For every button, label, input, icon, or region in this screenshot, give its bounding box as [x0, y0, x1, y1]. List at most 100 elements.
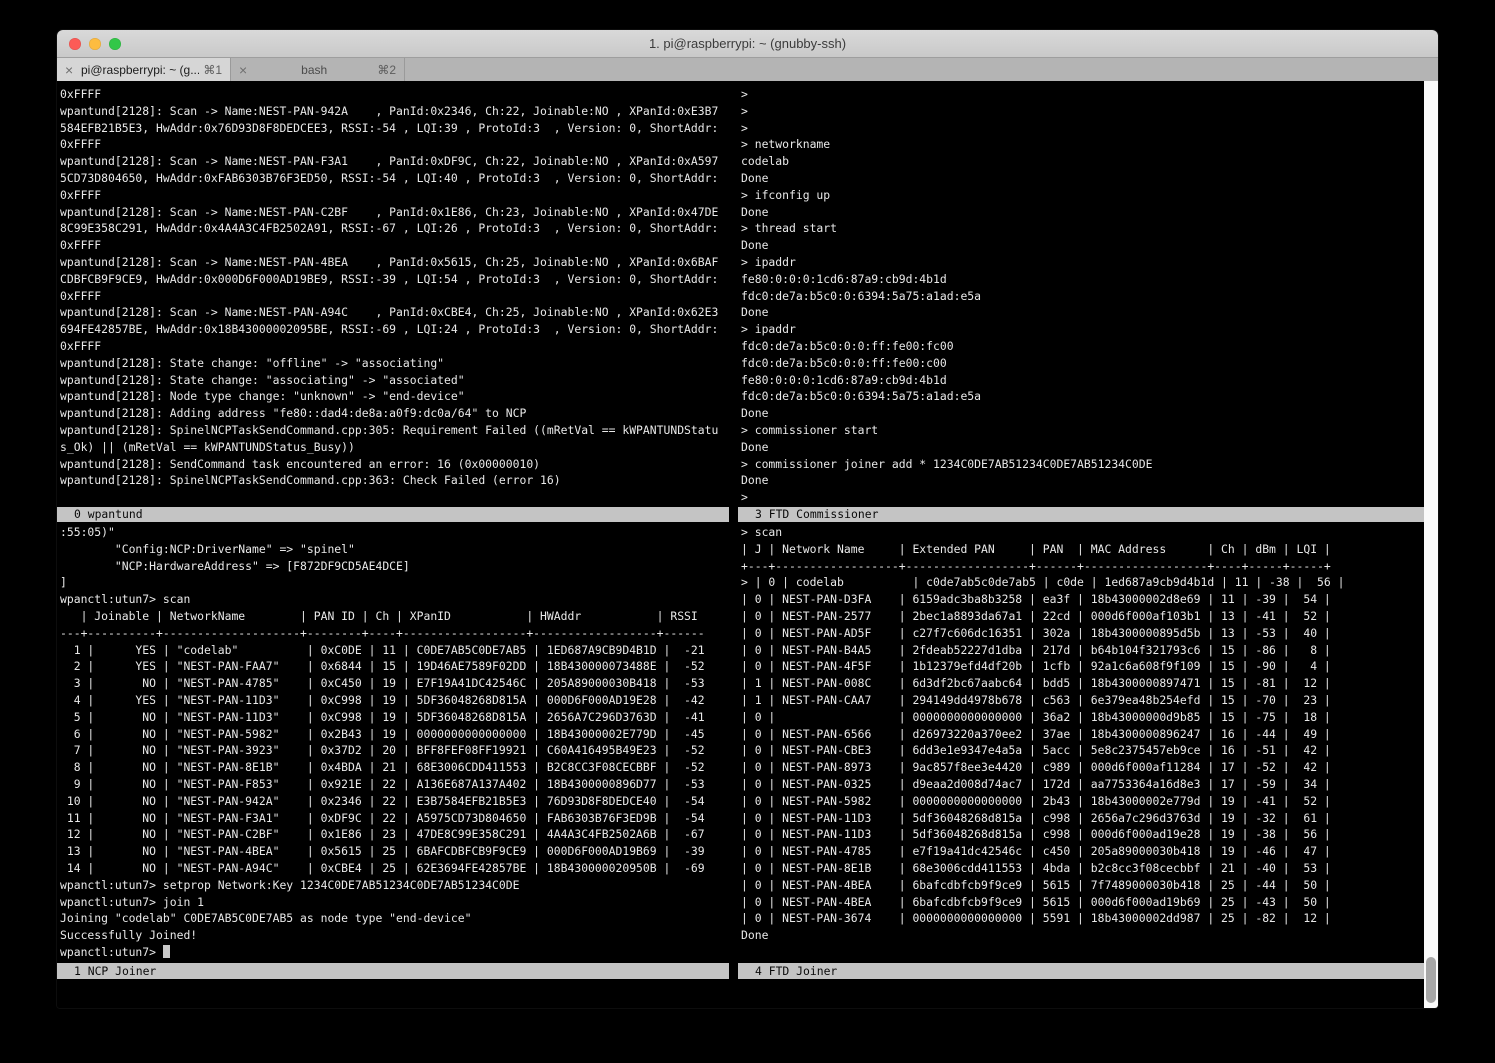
terminal-line: | J | Network Name | Extended PAN | PAN …: [741, 541, 1421, 558]
terminal-line: wpanctl:utun7> setprop Network:Key 1234C…: [60, 877, 728, 894]
terminal-line: 13 | NO | "NEST-PAN-4BEA" | 0x5615 | 25 …: [60, 843, 728, 860]
terminal-line: fe80:0:0:0:1cd6:87a9:cb9d:4b1d: [741, 372, 1421, 389]
tab-close-icon[interactable]: ×: [239, 62, 255, 78]
terminal-line: | 0 | NEST-PAN-4BEA | 6bafcdbfcb9f9ce9 |…: [741, 877, 1421, 894]
terminal-line: ---+----------+--------------------+----…: [60, 625, 728, 642]
scrollbar-thumb[interactable]: [1426, 957, 1436, 1003]
terminal-line: 2 | YES | "NEST-PAN-FAA7" | 0x6844 | 15 …: [60, 658, 728, 675]
terminal-line: 3 | NO | "NEST-PAN-4785" | 0xC450 | 19 |…: [60, 675, 728, 692]
pane-ftd-commissioner[interactable]: >>>> networknamecodelabDone> ifconfig up…: [741, 86, 1421, 506]
terminal-line: | 0 | NEST-PAN-8E1B | 68e3006cdd411553 |…: [741, 860, 1421, 877]
pane-title-ncp-joiner: 1 NCP Joiner: [57, 963, 729, 979]
terminal-line: 8C99E358C291, HwAddr:0x4A4A3C4FB2502A91,…: [60, 220, 728, 237]
minimize-window-icon[interactable]: [89, 38, 101, 50]
terminal-line: | 1 | NEST-PAN-008C | 6d3df2bc67aabc64 |…: [741, 675, 1421, 692]
terminal-line: 7 | NO | "NEST-PAN-3923" | 0x37D2 | 20 |…: [60, 742, 728, 759]
zoom-window-icon[interactable]: [109, 38, 121, 50]
terminal-line: Done: [741, 439, 1421, 456]
terminal-line: "NCP:HardwareAddress" => [F872DF9CD5AE4D…: [60, 558, 728, 575]
terminal-line: 1 | YES | "codelab" | 0xC0DE | 11 | C0DE…: [60, 642, 728, 659]
terminal-line: >: [741, 103, 1421, 120]
terminal-line: wpantund[2128]: State change: "associati…: [60, 372, 728, 389]
terminal-line: 8 | NO | "NEST-PAN-8E1B" | 0x4BDA | 21 |…: [60, 759, 728, 776]
terminal-line: 584EFB21B5E3, HwAddr:0x76D93D8F8DEDCEE3,…: [60, 120, 728, 137]
terminal-line: s_Ok) || (mRetVal == kWPANTUNDStatus_Bus…: [60, 439, 728, 456]
terminal-window: 1. pi@raspberrypi: ~ (gnubby-ssh) × pi@r…: [57, 30, 1438, 1008]
terminal-cursor: [163, 945, 170, 958]
terminal-line: 6 | NO | "NEST-PAN-5982" | 0x2B43 | 19 |…: [60, 726, 728, 743]
terminal-line: | 0 | NEST-PAN-5982 | 0000000000000000 |…: [741, 793, 1421, 810]
terminal-line: | 0 | NEST-PAN-2577 | 2bec1a8893da67a1 |…: [741, 608, 1421, 625]
terminal-line: Done: [741, 204, 1421, 221]
terminal-line: 0xFFFF: [60, 136, 728, 153]
terminal-line: | 0 | NEST-PAN-4BEA | 6bafcdbfcb9f9ce9 |…: [741, 894, 1421, 911]
terminal-line: 694FE42857BE, HwAddr:0x18B43000002095BE,…: [60, 321, 728, 338]
terminal-line: >: [741, 120, 1421, 137]
terminal-line: > ipaddr: [741, 254, 1421, 271]
terminal-line: fe80:0:0:0:1cd6:87a9:cb9d:4b1d: [741, 271, 1421, 288]
tab-bash[interactable]: × bash ⌘2: [231, 58, 405, 81]
terminal-line: > thread start: [741, 220, 1421, 237]
terminal-line: | 0 | NEST-PAN-11D3 | 5df36048268d815a |…: [741, 810, 1421, 827]
terminal-line: 11 | NO | "NEST-PAN-F3A1" | 0xDF9C | 22 …: [60, 810, 728, 827]
terminal-line: 0xFFFF: [60, 86, 728, 103]
terminal-line: fdc0:de7a:b5c0:0:6394:5a75:a1ad:e5a: [741, 288, 1421, 305]
terminal-line: wpantund[2128]: Scan -> Name:NEST-PAN-4B…: [60, 254, 728, 271]
terminal-line: > | 0 | codelab | c0de7ab5c0de7ab5 | c0d…: [741, 574, 1421, 591]
terminal-line: Done: [741, 237, 1421, 254]
terminal-line: Done: [741, 304, 1421, 321]
terminal-line: 10 | NO | "NEST-PAN-942A" | 0x2346 | 22 …: [60, 793, 728, 810]
pane-title-ftd-joiner: 4 FTD Joiner: [738, 963, 1424, 979]
terminal-line: fdc0:de7a:b5c0:0:0:ff:fe00:fc00: [741, 338, 1421, 355]
terminal-line: wpantund[2128]: SpinelNCPTaskSendCommand…: [60, 422, 728, 439]
tab-close-icon[interactable]: ×: [65, 62, 81, 78]
tab-pi-raspberrypi[interactable]: × pi@raspberrypi: ~ (g... ⌘1: [57, 58, 231, 81]
terminal-line: wpantund[2128]: Adding address "fe80::da…: [60, 405, 728, 422]
terminal-line: 0xFFFF: [60, 187, 728, 204]
terminal-line: 12 | NO | "NEST-PAN-C2BF" | 0x1E86 | 23 …: [60, 826, 728, 843]
terminal-line: wpanctl:utun7>: [60, 944, 728, 961]
scrollbar[interactable]: [1424, 81, 1438, 1008]
terminal-line: | 0 | NEST-PAN-4785 | e7f19a41dc42546c |…: [741, 843, 1421, 860]
terminal-content: 0xFFFFwpantund[2128]: Scan -> Name:NEST-…: [57, 81, 1438, 1008]
terminal-line: | 0 | NEST-PAN-11D3 | 5df36048268d815a |…: [741, 826, 1421, 843]
close-window-icon[interactable]: [69, 38, 81, 50]
tab-label: pi@raspberrypi: ~ (g...: [81, 63, 199, 77]
window-title: 1. pi@raspberrypi: ~ (gnubby-ssh): [57, 30, 1438, 57]
terminal-line: wpantund[2128]: SendCommand task encount…: [60, 456, 728, 473]
terminal-line: > commissioner start: [741, 422, 1421, 439]
terminal-line: | 0 | NEST-PAN-B4A5 | 2fdeab52227d1dba |…: [741, 642, 1421, 659]
terminal-line: fdc0:de7a:b5c0:0:6394:5a75:a1ad:e5a: [741, 388, 1421, 405]
traffic-lights: [69, 38, 121, 50]
terminal-line: 14 | NO | "NEST-PAN-A94C" | 0xCBE4 | 25 …: [60, 860, 728, 877]
terminal-line: wpantund[2128]: Scan -> Name:NEST-PAN-A9…: [60, 304, 728, 321]
terminal-line: fdc0:de7a:b5c0:0:0:ff:fe00:c00: [741, 355, 1421, 372]
terminal-line: wpanctl:utun7> join 1: [60, 894, 728, 911]
terminal-line: wpantund[2128]: Scan -> Name:NEST-PAN-F3…: [60, 153, 728, 170]
terminal-line: Done: [741, 472, 1421, 489]
terminal-line: | 0 | NEST-PAN-4F5F | 1b12379efd4df20b |…: [741, 658, 1421, 675]
pane-title-ftd-commissioner: 3 FTD Commissioner: [738, 507, 1424, 522]
terminal-line: | 0 | NEST-PAN-8973 | 9ac857f8ee3e4420 |…: [741, 759, 1421, 776]
pane-ftd-joiner[interactable]: > scan| J | Network Name | Extended PAN …: [741, 524, 1421, 944]
terminal-line: 0xFFFF: [60, 237, 728, 254]
terminal-line: wpantund[2128]: Node type change: "unkno…: [60, 388, 728, 405]
terminal-line: wpantund[2128]: State change: "offline" …: [60, 355, 728, 372]
terminal-line: | 0 | NEST-PAN-AD5F | c27f7c606dc16351 |…: [741, 625, 1421, 642]
pane-wpantund[interactable]: 0xFFFFwpantund[2128]: Scan -> Name:NEST-…: [60, 86, 728, 489]
terminal-line: CDBFCB9F9CE9, HwAddr:0x000D6F000AD19BE9,…: [60, 271, 728, 288]
terminal-line: > ifconfig up: [741, 187, 1421, 204]
terminal-line: 9 | NO | "NEST-PAN-F853" | 0x921E | 22 |…: [60, 776, 728, 793]
pane-ncp-joiner[interactable]: :55:05)" "Config:NCP:DriverName" => "spi…: [60, 524, 728, 961]
terminal-line: > ipaddr: [741, 321, 1421, 338]
terminal-line: Done: [741, 170, 1421, 187]
terminal-line: > scan: [741, 524, 1421, 541]
terminal-line: | 0 | NEST-PAN-3674 | 0000000000000000 |…: [741, 910, 1421, 927]
terminal-line: wpanctl:utun7> scan: [60, 591, 728, 608]
tab-bar: × pi@raspberrypi: ~ (g... ⌘1 × bash ⌘2: [57, 58, 1438, 81]
tab-label: bash: [255, 63, 373, 77]
terminal-line: 0xFFFF: [60, 288, 728, 305]
terminal-line: | 0 | NEST-PAN-6566 | d26973220a370ee2 |…: [741, 726, 1421, 743]
terminal-line: Done: [741, 927, 1421, 944]
terminal-line: wpantund[2128]: Scan -> Name:NEST-PAN-94…: [60, 103, 728, 120]
